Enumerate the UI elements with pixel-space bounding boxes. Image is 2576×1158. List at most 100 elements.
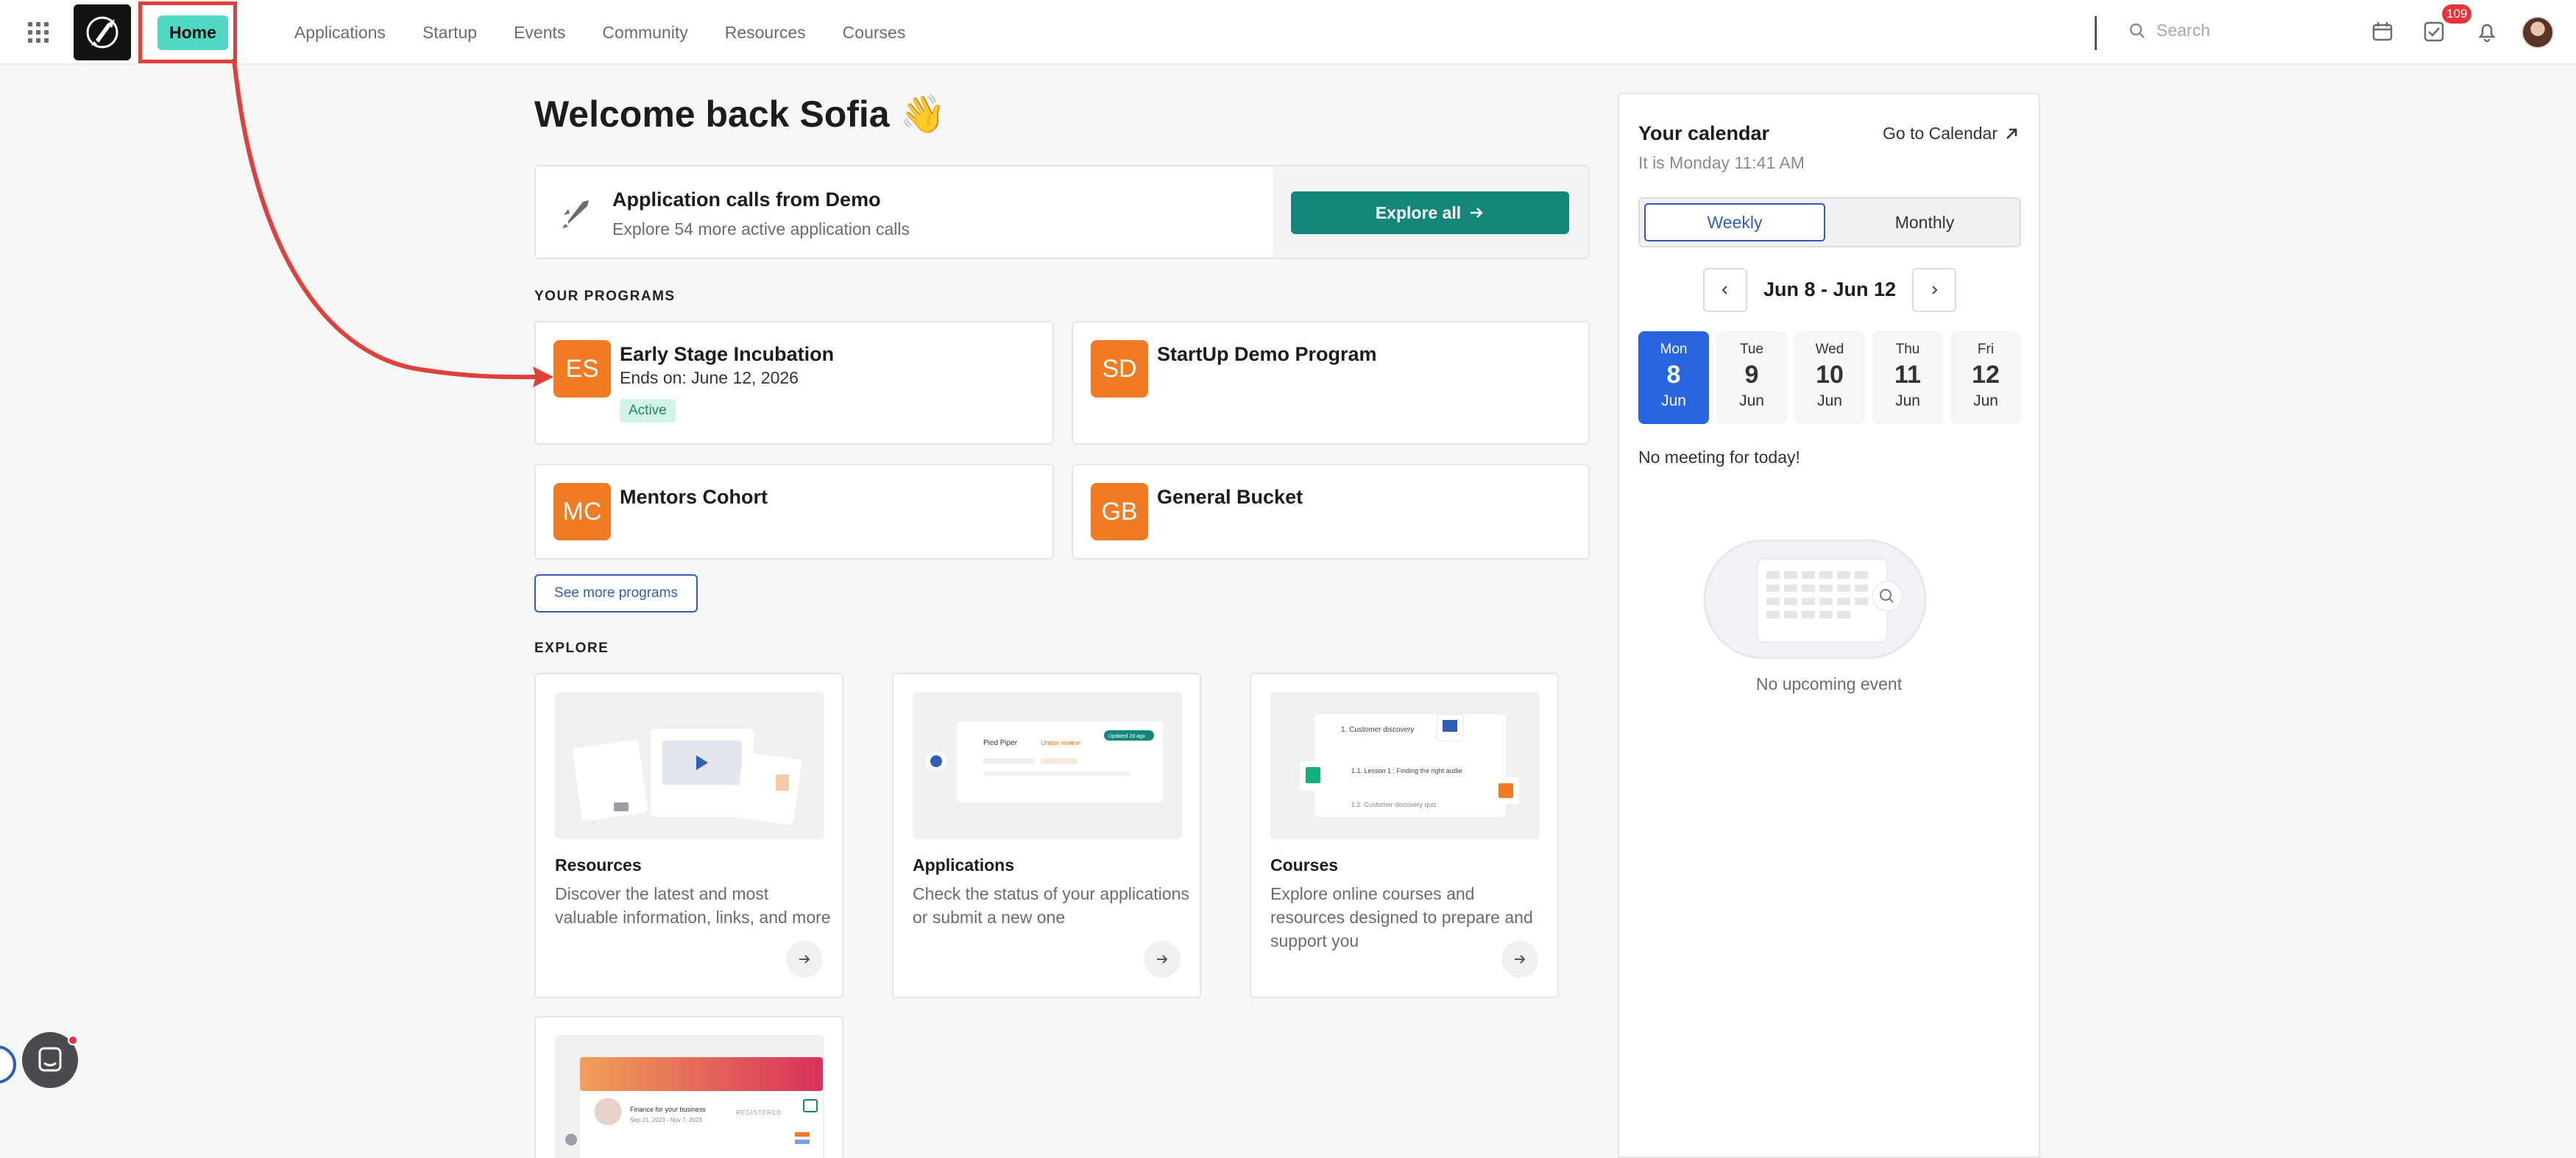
current-time-text: It is Monday 11:41 AM: [1638, 153, 1805, 172]
explore-card-title: Courses: [1270, 855, 1339, 875]
day-number: 8: [1666, 361, 1681, 389]
explore-all-label: Explore all: [1375, 202, 1462, 222]
weekly-tab[interactable]: Weekly: [1644, 203, 1825, 241]
program-avatar: MC: [553, 483, 611, 540]
tasks-badge: 109: [2442, 4, 2472, 24]
nav-community[interactable]: Community: [602, 17, 687, 49]
chevron-right-icon: [1932, 286, 1938, 294]
day-fri[interactable]: Fri 12 Jun: [1950, 331, 2021, 424]
monthly-tab[interactable]: Monthly: [1833, 203, 2017, 241]
program-avatar: ES: [553, 340, 611, 398]
day-thu[interactable]: Thu 11 Jun: [1872, 331, 1943, 424]
program-avatar: GB: [1091, 483, 1148, 540]
day-number: 10: [1816, 361, 1844, 389]
rocket-logo[interactable]: [74, 4, 131, 60]
help-widget-button[interactable]: [0, 1045, 16, 1084]
explore-all-button[interactable]: Explore all: [1291, 191, 1569, 234]
empty-calendar-illustration: [1703, 539, 1927, 660]
program-avatar: SD: [1091, 340, 1148, 398]
program-name: Early Stage Incubation: [620, 343, 835, 365]
calendar-view-toggle: Weekly Monthly: [1638, 197, 2021, 247]
no-upcoming-event-text: No upcoming event: [1755, 674, 1903, 693]
tasks-check-icon[interactable]: [2423, 21, 2445, 43]
explore-card-resources[interactable]: Resources Discover the latest and most v…: [534, 673, 843, 998]
preview-event-status: REGISTERED: [736, 1109, 782, 1116]
search-box[interactable]: Search: [2129, 21, 2210, 40]
program-name: General Bucket: [1157, 486, 1303, 508]
search-icon: [2129, 23, 2145, 38]
preview-course-item: 1.2. Customer discovery quiz: [1351, 801, 1437, 808]
arrow-right-icon[interactable]: [786, 941, 823, 978]
no-meeting-text: No meeting for today!: [1638, 448, 1800, 467]
explore-card-title: Resources: [555, 855, 642, 875]
explore-card-courses[interactable]: 1. Customer discovery 1.1. Lesson 1 : Fi…: [1250, 673, 1559, 998]
arrow-right-icon[interactable]: [1501, 941, 1538, 978]
events-illustration: Finance for your business Sep 21, 2023 -…: [555, 1035, 824, 1158]
explore-card-title: Applications: [913, 855, 1015, 875]
application-calls-banner: Application calls from Demo Explore 54 m…: [534, 165, 1590, 259]
preview-event-title: Finance for your business: [630, 1106, 707, 1113]
top-navigation-bar: Home Applications Startup Events Communi…: [0, 0, 2576, 65]
nav-resources[interactable]: Resources: [725, 17, 806, 49]
preview-course-item: 1. Customer discovery: [1341, 726, 1414, 734]
day-number: 9: [1744, 361, 1759, 389]
nav-startup[interactable]: Startup: [422, 17, 477, 49]
courses-illustration: 1. Customer discovery 1.1. Lesson 1 : Fi…: [1270, 692, 1540, 839]
nav-applications[interactable]: Applications: [294, 17, 386, 49]
application-calls-subtitle: Explore 54 more active application calls: [612, 219, 910, 239]
day-of-week: Tue: [1739, 342, 1764, 357]
day-of-week: Thu: [1895, 342, 1920, 357]
go-to-calendar-link[interactable]: Go to Calendar: [1883, 124, 2020, 144]
day-month: Jun: [1973, 392, 1998, 409]
go-to-calendar-label: Go to Calendar: [1883, 124, 1998, 143]
chevron-left-icon: [1722, 286, 1727, 294]
programs-section-label: YOUR PROGRAMS: [534, 289, 676, 304]
day-of-week: Fri: [1977, 342, 1995, 357]
arrow-right-icon: [1471, 208, 1483, 218]
see-more-programs-button[interactable]: See more programs: [534, 574, 698, 612]
page-title: Welcome back Sofia 👋: [534, 93, 946, 135]
program-card-general-bucket[interactable]: GB General Bucket: [1072, 464, 1590, 559]
status-badge: Active: [620, 399, 676, 423]
day-tue[interactable]: Tue 9 Jun: [1716, 331, 1787, 424]
program-card-mentors-cohort[interactable]: MC Mentors Cohort: [534, 464, 1054, 559]
applications-illustration: Pied Piper Under review Updated 2d ago: [913, 692, 1182, 839]
previous-week-button[interactable]: [1703, 268, 1747, 312]
preview-event-dates: Sep 21, 2023 - Nov 7, 2023: [630, 1117, 702, 1123]
arrow-right-icon[interactable]: [1144, 941, 1181, 978]
program-card-early-stage[interactable]: ES Early Stage Incubation Ends on: June …: [534, 321, 1054, 445]
day-of-week: Mon: [1660, 342, 1688, 357]
annotation-highlight-box: [138, 1, 237, 63]
user-avatar[interactable]: [2522, 16, 2554, 49]
day-month: Jun: [1817, 392, 1842, 409]
day-month: Jun: [1895, 392, 1920, 409]
resources-illustration: [555, 692, 824, 839]
external-arrow-icon: [2006, 128, 2017, 139]
program-name: Mentors Cohort: [620, 486, 768, 508]
nav-courses[interactable]: Courses: [843, 17, 906, 49]
day-month: Jun: [1661, 392, 1686, 409]
explore-card-description: Check the status of your applications or…: [913, 884, 1189, 927]
explore-card-events[interactable]: Finance for your business Sep 21, 2023 -…: [534, 1016, 843, 1158]
program-end-date: Ends on: June 12, 2026: [620, 368, 799, 387]
week-range-label: Jun 8 - Jun 12: [1763, 278, 1897, 300]
chat-notification-dot: [68, 1035, 78, 1045]
explore-card-description: Explore online courses and resources des…: [1270, 884, 1533, 950]
bell-icon[interactable]: [2476, 21, 2498, 43]
app-grid-icon[interactable]: [28, 22, 49, 43]
day-wed[interactable]: Wed 10 Jun: [1794, 331, 1865, 424]
application-calls-title: Application calls from Demo: [612, 188, 881, 211]
explore-card-applications[interactable]: Pied Piper Under review Updated 2d ago A…: [892, 673, 1201, 998]
preview-app-name: Pied Piper: [983, 739, 1018, 747]
preview-app-status: Under review: [1041, 739, 1080, 746]
preview-course-item: 1.1. Lesson 1 : Finding the right audie: [1351, 767, 1462, 774]
explore-section-label: EXPLORE: [534, 640, 609, 656]
nav-events[interactable]: Events: [514, 17, 565, 49]
rocket-icon: [562, 200, 589, 228]
calendar-panel: Your calendar Go to Calendar It is Monda…: [1618, 93, 2040, 1158]
next-week-button[interactable]: [1912, 268, 1956, 312]
calendar-icon[interactable]: [2371, 21, 2393, 43]
preview-app-updated: Updated 2d ago: [1108, 734, 1145, 739]
program-card-startup-demo[interactable]: SD StartUp Demo Program: [1072, 321, 1590, 445]
day-mon[interactable]: Mon 8 Jun: [1638, 331, 1709, 424]
